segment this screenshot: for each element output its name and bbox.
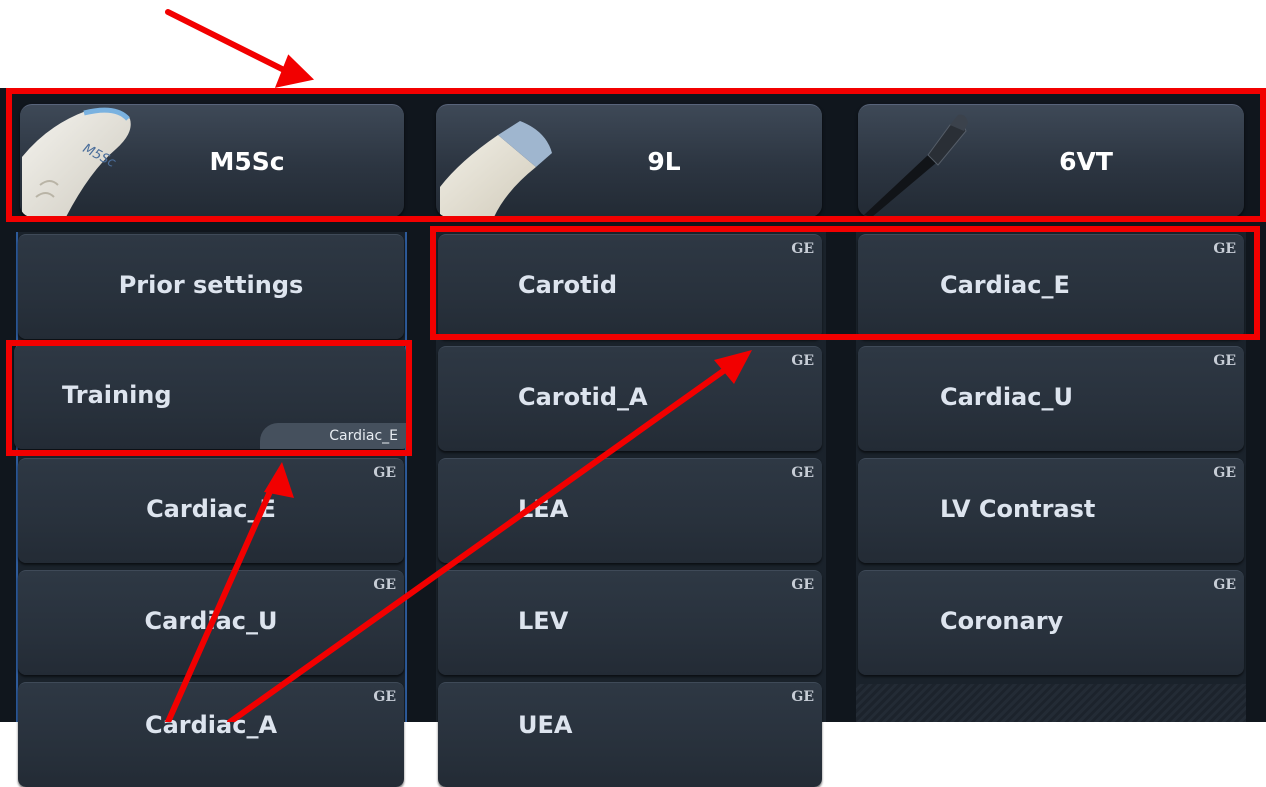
preset-label: LV Contrast xyxy=(940,495,1096,523)
preset-label: LEA xyxy=(518,495,569,523)
preset-cardiac-a[interactable]: GE Cardiac_A xyxy=(18,682,404,787)
preset-label: LEV xyxy=(518,607,569,635)
probe-button-6vt[interactable]: 6VT xyxy=(858,104,1244,217)
preset-cardiac-u[interactable]: GE Cardiac_U xyxy=(18,570,404,675)
empty-slot xyxy=(856,684,1246,722)
preset-lv-contrast[interactable]: GE LV Contrast xyxy=(858,458,1244,563)
probe-button-9l[interactable]: 9L xyxy=(436,104,822,217)
preset-label: Cardiac_A xyxy=(144,711,278,739)
preset-training[interactable]: Training Cardiac_E xyxy=(14,344,410,449)
preset-label: Carotid xyxy=(518,271,618,299)
preset-label: UEA xyxy=(518,711,573,739)
preset-label: Carotid_A xyxy=(518,383,648,411)
probe-name: 9L xyxy=(647,146,681,176)
probe-button-m5sc[interactable]: M5Sc M5Sc xyxy=(20,104,404,217)
preset-lea[interactable]: GE LEA xyxy=(438,458,822,563)
preset-carotid-a[interactable]: GE Carotid_A xyxy=(438,346,822,451)
preset-label: Cardiac_U xyxy=(940,383,1073,411)
preset-cardiac-e[interactable]: GE Cardiac_E xyxy=(18,458,404,563)
column-divider xyxy=(405,232,407,722)
arrow-line xyxy=(165,9,299,79)
preset-label: Coronary xyxy=(940,607,1064,635)
preset-label: Prior settings xyxy=(118,271,304,299)
preset-cardiac-u-6vt[interactable]: GE Cardiac_U xyxy=(858,346,1244,451)
preset-carotid[interactable]: GE Carotid xyxy=(438,234,822,339)
probe-name: 6VT xyxy=(1059,146,1113,176)
preset-cardiac-e-6vt[interactable]: GE Cardiac_E xyxy=(858,234,1244,339)
preset-label: Cardiac_U xyxy=(144,607,278,635)
preset-label: Cardiac_E xyxy=(940,271,1070,299)
preset-prior-settings[interactable]: Prior settings xyxy=(18,234,404,339)
preset-uea[interactable]: GE UEA xyxy=(438,682,822,787)
arrowhead-icon xyxy=(274,54,315,88)
preset-label: Cardiac_E xyxy=(146,495,276,523)
preset-coronary[interactable]: GE Coronary xyxy=(858,570,1244,675)
probe-name: M5Sc xyxy=(209,146,285,176)
preset-lev[interactable]: GE LEV xyxy=(438,570,822,675)
training-base-tag: Cardiac_E xyxy=(260,423,410,449)
